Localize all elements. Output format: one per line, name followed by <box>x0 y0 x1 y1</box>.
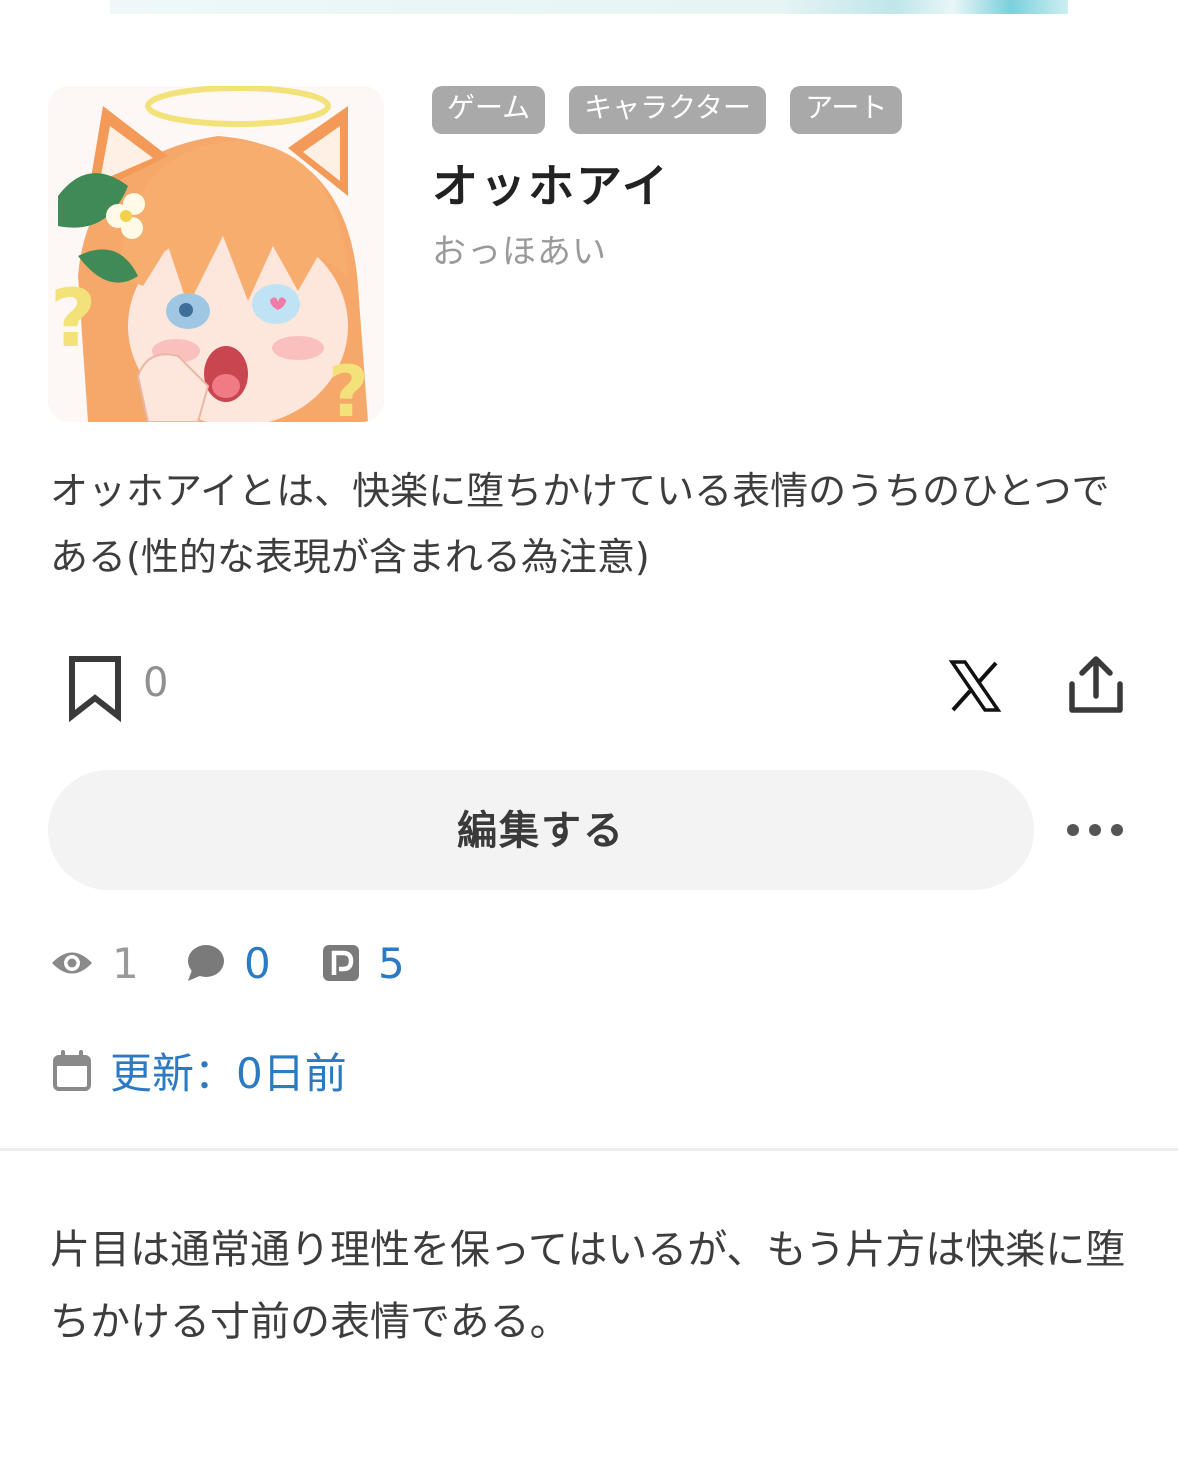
bookmark-icon[interactable] <box>64 654 126 722</box>
pixiv-stat[interactable]: 5 <box>322 936 405 990</box>
tag-game[interactable]: ゲーム <box>432 86 546 134</box>
article-reading: おっほあい <box>432 232 607 272</box>
article-summary: オッホアイとは、快楽に堕ちかけている表情のうちのひとつである(性的な表現が含まれ… <box>50 469 1110 579</box>
pixiv-count: 5 <box>378 938 405 988</box>
updated-info: 更新：0日前 <box>52 1040 347 1101</box>
tag-list: ゲーム キャラクター アート <box>432 86 903 134</box>
more-horizontal-icon[interactable] <box>1064 818 1126 842</box>
svg-text:?: ? <box>328 351 369 422</box>
views-count: 1 <box>112 938 139 988</box>
calendar-icon <box>53 1049 91 1091</box>
share-icon[interactable] <box>1066 654 1126 716</box>
bookmark-count: 0 <box>143 660 169 706</box>
updated-label: 更新：0日前 <box>110 1049 347 1098</box>
comments-count: 0 <box>244 938 271 988</box>
views-stat: 1 <box>50 936 139 990</box>
top-banner-image <box>110 0 1068 14</box>
comments-stat[interactable]: 0 <box>186 936 271 990</box>
eye-icon <box>52 952 92 974</box>
x-logo-icon[interactable] <box>948 660 1002 712</box>
tag-character[interactable]: キャラクター <box>569 86 767 134</box>
pixiv-icon <box>323 945 359 981</box>
edit-button[interactable]: 編集する <box>48 770 1034 890</box>
article-body: 片目は通常通り理性を保ってはいるが、もう片方は快楽に堕ちかける寸前の表情である。 <box>50 1227 1126 1345</box>
article-thumbnail[interactable]: ? ? <box>48 86 384 422</box>
section-divider <box>0 1148 1178 1151</box>
speech-bubble-icon <box>188 945 224 981</box>
svg-text:?: ? <box>50 272 96 365</box>
tag-art[interactable]: アート <box>790 86 903 134</box>
article-title: オッホアイ <box>432 159 670 213</box>
